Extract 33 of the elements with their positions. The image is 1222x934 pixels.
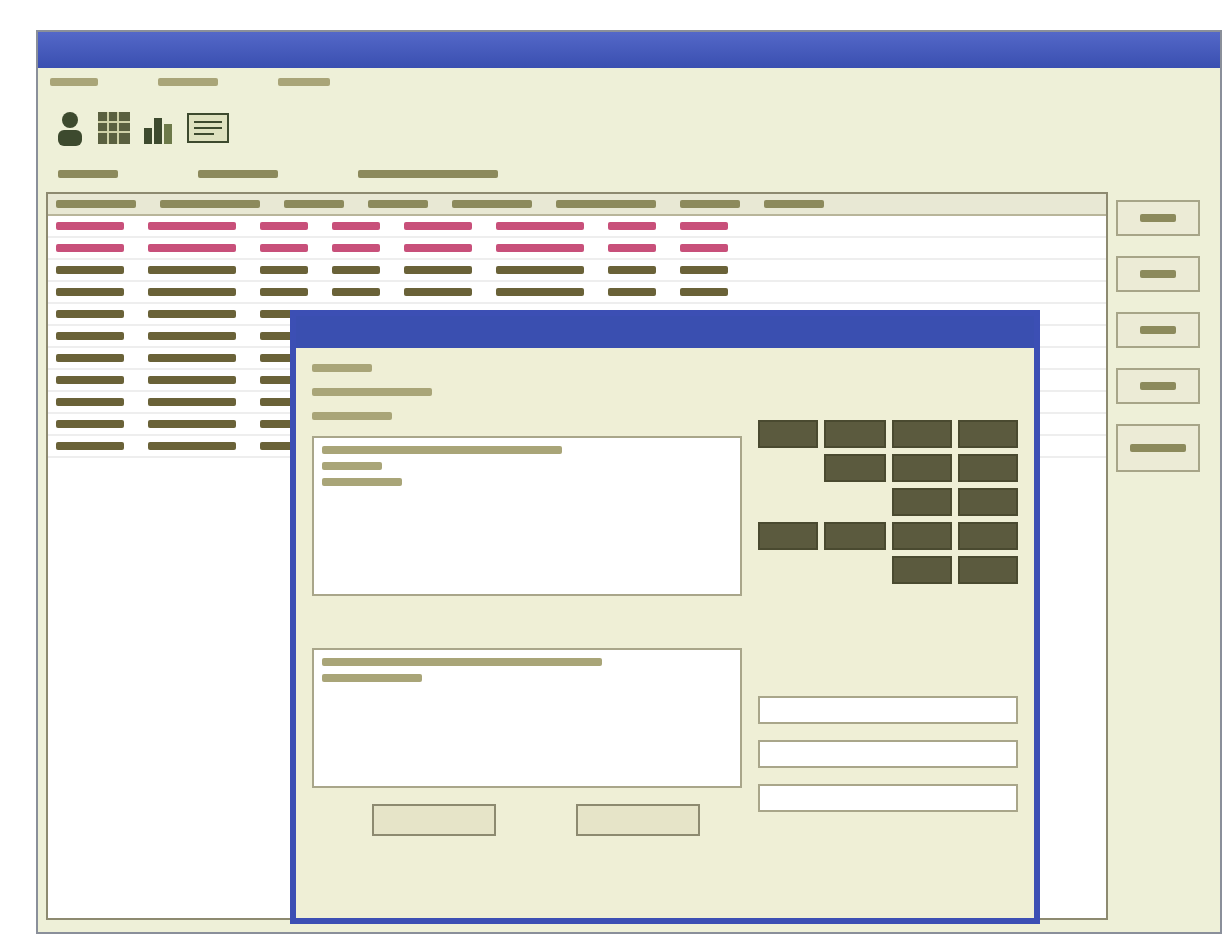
grid-icon[interactable] [98, 112, 130, 144]
dialog-button[interactable] [372, 804, 496, 836]
keypad-key[interactable] [957, 454, 1018, 482]
keypad-key[interactable] [824, 420, 885, 448]
side-button[interactable] [1116, 200, 1201, 236]
table-row[interactable] [48, 260, 1107, 282]
input-field[interactable] [758, 696, 1018, 724]
keypad-key[interactable] [758, 522, 819, 550]
keypad-key[interactable] [957, 522, 1018, 550]
keypad-key[interactable] [891, 420, 952, 448]
side-button[interactable] [1116, 312, 1201, 348]
keypad-key[interactable] [824, 522, 885, 550]
table-row[interactable] [48, 238, 1107, 260]
keypad-key[interactable] [758, 420, 819, 448]
document-icon[interactable] [186, 112, 230, 144]
keypad-key[interactable] [957, 556, 1018, 584]
keypad-key[interactable] [891, 556, 952, 584]
keypad-key[interactable] [891, 488, 952, 516]
table-row[interactable] [48, 216, 1107, 238]
keypad-key[interactable] [891, 454, 952, 482]
keypad-key[interactable] [957, 420, 1018, 448]
table-row[interactable] [48, 282, 1107, 304]
input-field[interactable] [758, 740, 1018, 768]
chart-icon[interactable] [142, 112, 174, 144]
side-button[interactable] [1116, 424, 1201, 472]
person-icon[interactable] [54, 110, 86, 146]
keypad-key[interactable] [824, 454, 885, 482]
side-button[interactable] [1116, 256, 1201, 292]
input-field[interactable] [758, 784, 1018, 812]
side-button[interactable] [1116, 368, 1201, 404]
keypad-key[interactable] [957, 488, 1018, 516]
keypad-key[interactable] [891, 522, 952, 550]
dialog-button[interactable] [576, 804, 700, 836]
